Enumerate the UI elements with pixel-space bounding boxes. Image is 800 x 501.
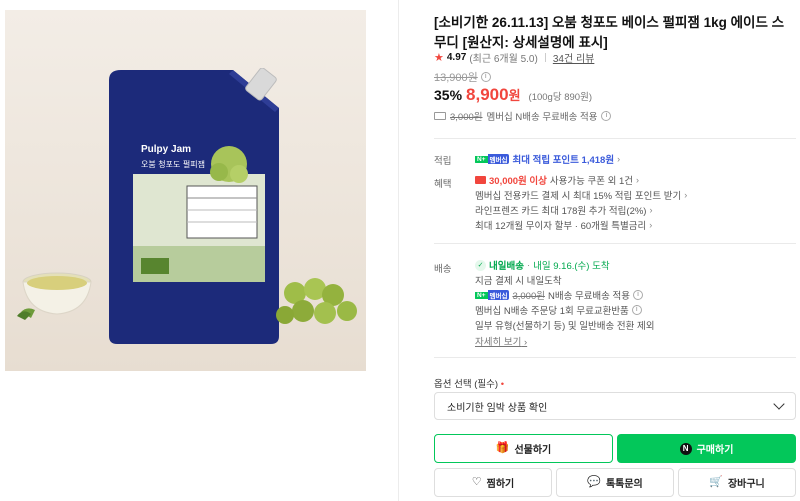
- star-icon: ★: [434, 52, 444, 64]
- wishlist-button[interactable]: ♡ 찜하기: [434, 468, 552, 497]
- delivery-label: 배송: [434, 264, 452, 275]
- npay-icon: N: [679, 442, 692, 455]
- npay-shipping-text: N배송 무료배송 적용: [547, 291, 631, 302]
- chevron-down-icon: [773, 398, 785, 410]
- option-selected-value: 소비기한 임박 상품 확인: [447, 402, 548, 414]
- order-now-line: 지금 결제 시 내일도착: [475, 276, 562, 287]
- exception-line: 일부 유형(선물하기 등) 및 일반배송 전환 제외: [475, 321, 655, 332]
- coupon-line[interactable]: 30,000원 이상 사용가능 쿠폰 외 1건 ›: [475, 173, 639, 187]
- points-label: 적립: [434, 156, 452, 167]
- coupon-text: 사용가능 쿠폰 외 1건: [549, 176, 634, 187]
- price-row: 35% 8,900원 (100g당 890원): [434, 85, 592, 105]
- product-image[interactable]: Pulpy Jam 오붐 청포도 펄피잼: [5, 10, 366, 371]
- column-divider: [398, 0, 399, 501]
- membership-badge: N+ 멤버십: [475, 154, 510, 164]
- discount-rate: 35%: [434, 87, 463, 103]
- npay-shipping-line: N+ 멤버십 3,000원 N배송 무료배송 적용 i: [475, 288, 644, 302]
- heart-icon: ♡: [471, 476, 482, 488]
- rating-recent: (최근 6개월 5.0): [469, 54, 538, 65]
- cart-icon: 🛒: [709, 476, 723, 488]
- line-card-line[interactable]: 라인프렌즈 카드 최대 178원 추가 적립(2%) ›: [475, 203, 652, 217]
- info-icon[interactable]: i: [480, 72, 491, 82]
- perks-label: 혜택: [434, 179, 452, 190]
- unit-price: (100g당 890원): [528, 92, 592, 103]
- installment-line[interactable]: 최대 12개월 무이자 할부 · 60개월 특별금리 ›: [475, 218, 652, 232]
- gift-button[interactable]: 🎁 선물하기: [434, 434, 613, 463]
- chevron-right-icon: ›: [649, 205, 653, 215]
- talk-inquiry-button[interactable]: 💬 톡톡문의: [556, 468, 674, 497]
- info-icon[interactable]: i: [633, 290, 644, 300]
- buy-button[interactable]: N 구매하기: [617, 434, 796, 463]
- chat-icon: 💬: [587, 476, 601, 488]
- coupon-amount: 30,000원 이상: [489, 176, 547, 187]
- rating-row: ★ 4.97 (최근 6개월 5.0) 34건 리뷰: [434, 50, 594, 65]
- shipping-summary: 3,000원 멤버십 N배송 무료배송 적용 i: [434, 109, 612, 123]
- section-divider: [434, 357, 796, 358]
- dot-separator: ·: [526, 259, 531, 271]
- membership-return-line: 멤버십 N배송 주문당 1회 무료교환반품 i: [475, 303, 642, 317]
- info-icon[interactable]: i: [601, 111, 612, 121]
- package-brand: Pulpy Jam: [141, 144, 191, 155]
- section-divider: [434, 243, 796, 244]
- shipping-summary-text: 멤버십 N배송 무료배송 적용: [486, 112, 598, 123]
- chevron-right-icon: ›: [617, 154, 621, 164]
- truck-icon: [434, 112, 446, 120]
- product-title: [소비기한 26.11.13] 오붐 청포도 베이스 펄피잼 1kg 에이드 스…: [434, 15, 785, 50]
- npay-original-fee: 3,000원: [512, 291, 545, 302]
- option-select[interactable]: 소비기한 임박 상품 확인: [434, 392, 796, 420]
- tomorrow-delivery-badge: 내일배송: [489, 261, 524, 272]
- original-price-row: 13,900원 i: [434, 69, 491, 85]
- chevron-right-icon: ›: [636, 175, 640, 185]
- rating-separator: [544, 53, 546, 62]
- package-name: 오붐 청포도 펄피잼: [141, 159, 205, 169]
- detail-link[interactable]: 자세히 보기 ›: [475, 334, 527, 348]
- green-grapes: [276, 278, 357, 324]
- required-mark: •: [500, 379, 505, 390]
- jam-bowl-illustration: [17, 272, 92, 320]
- membership-badge: N+ 멤버십: [475, 290, 510, 300]
- option-label: 옵션 선택 (필수) •: [434, 379, 505, 390]
- info-icon[interactable]: i: [631, 305, 642, 315]
- rating-score: 4.97: [446, 52, 467, 63]
- shipping-original-fee: 3,000원: [450, 112, 483, 123]
- card-points-line[interactable]: 멤버십 전용카드 결제 시 최대 15% 적립 포인트 받기 ›: [475, 188, 687, 202]
- section-divider: [434, 138, 796, 139]
- original-price: 13,900원: [434, 72, 478, 84]
- max-points-text: 최대 적립 포인트 1,418원: [512, 155, 615, 166]
- pouch-package: Pulpy Jam 오붐 청포도 펄피잼: [109, 68, 279, 344]
- arrival-line: ✓ 내일배송 · 내일 9.16.(수) 도착: [475, 258, 610, 272]
- sale-price: 8,900원: [466, 85, 521, 104]
- arrival-date: 내일 9.16.(수) 도착: [533, 261, 610, 272]
- coupon-icon: [475, 176, 486, 184]
- cart-button[interactable]: 🛒 장바구니: [678, 468, 796, 497]
- review-count-link[interactable]: 34건 리뷰: [553, 50, 595, 65]
- points-line[interactable]: N+ 멤버십 최대 적립 포인트 1,418원 ›: [475, 152, 620, 166]
- tomorrow-delivery-icon: ✓: [475, 259, 486, 271]
- chevron-right-icon: ›: [649, 220, 653, 230]
- chevron-right-icon: ›: [684, 190, 688, 200]
- gift-icon: 🎁: [495, 442, 510, 454]
